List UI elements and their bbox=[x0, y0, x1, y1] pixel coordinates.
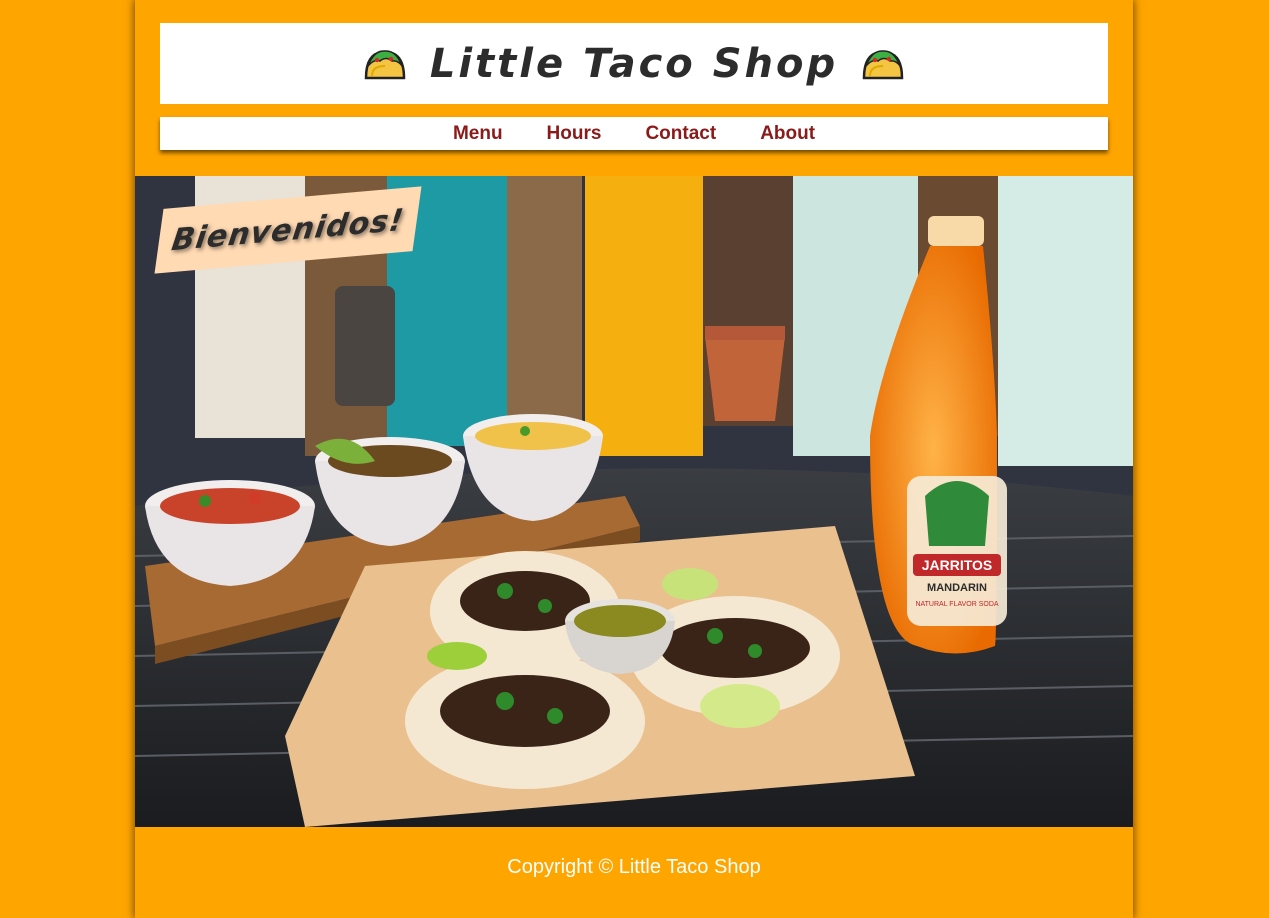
nav-link-menu[interactable]: Menu bbox=[453, 123, 503, 145]
svg-text:JARRITOS: JARRITOS bbox=[922, 557, 993, 573]
tacos-photo: JARRITOS MANDARIN NATURAL FLAVOR SODA bbox=[135, 176, 1133, 827]
main-nav: Menu Hours Contact About bbox=[160, 117, 1108, 150]
nav-link-about[interactable]: About bbox=[760, 123, 815, 145]
svg-text:NATURAL FLAVOR SODA: NATURAL FLAVOR SODA bbox=[915, 601, 998, 608]
page-container: Little Taco Shop Menu Hours Contact Abou… bbox=[135, 0, 1133, 918]
welcome-text: Bienvenidos! bbox=[169, 202, 407, 258]
copyright-text: Copyright © Little Taco Shop bbox=[507, 856, 761, 878]
hero-image: JARRITOS MANDARIN NATURAL FLAVOR SODA Bi… bbox=[135, 176, 1133, 827]
taco-icon bbox=[862, 49, 904, 79]
site-title: Little Taco Shop bbox=[429, 40, 839, 87]
site-header: Little Taco Shop bbox=[160, 23, 1108, 104]
taco-icon bbox=[364, 49, 406, 79]
site-footer: Copyright © Little Taco Shop bbox=[135, 856, 1133, 879]
svg-text:MANDARIN: MANDARIN bbox=[927, 582, 987, 594]
nav-link-hours[interactable]: Hours bbox=[547, 123, 602, 145]
nav-link-contact[interactable]: Contact bbox=[645, 123, 716, 145]
